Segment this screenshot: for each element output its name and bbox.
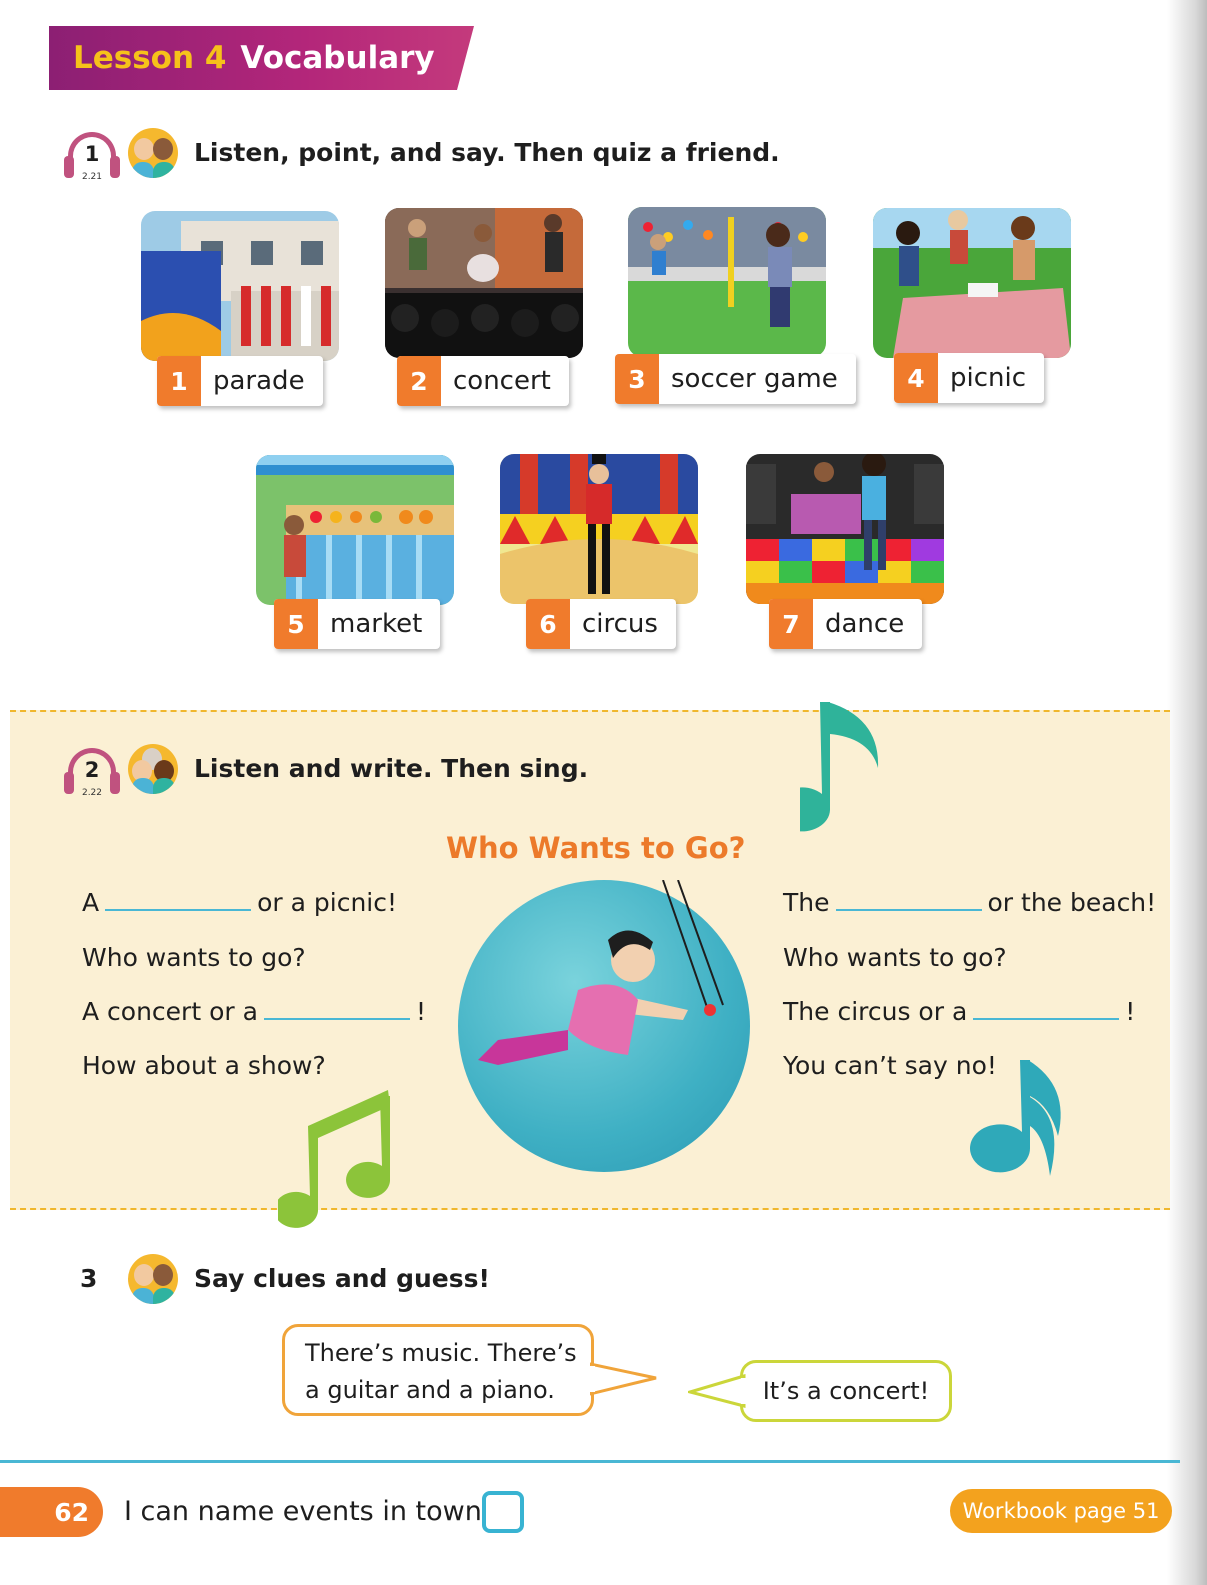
lesson-title: Vocabulary (240, 40, 435, 76)
activity1-instruction: Listen, point, and say. Then quiz a frie… (194, 138, 780, 167)
lyric-line: How about a show? (82, 1051, 326, 1080)
pair-work-icon (128, 1254, 178, 1304)
audio-headphones-icon[interactable]: 2 2.22 (64, 748, 120, 800)
lyric-line: Who wants to go? (783, 943, 1007, 972)
activity2-instruction: Listen and write. Then sing. (194, 754, 589, 783)
speech-bubble-tail (590, 1362, 657, 1396)
blank-field[interactable] (105, 893, 252, 911)
lyric-line: Aor a picnic! (82, 888, 398, 917)
vocab-label: 4 picnic (894, 353, 1045, 403)
music-note-icon (800, 702, 879, 832)
pair-work-icon (128, 128, 178, 178)
audio-track-number: 2.22 (81, 788, 103, 798)
lesson-banner: Lesson 4 Vocabulary (49, 26, 474, 90)
dance-image (746, 454, 944, 604)
vocab-label: 1 parade (157, 356, 323, 406)
blank-field[interactable] (973, 1002, 1120, 1020)
trapeze-girl-illustration (458, 879, 750, 1172)
parade-image (141, 211, 339, 361)
workbook-reference: Workbook page 51 (950, 1489, 1172, 1533)
lesson-number: Lesson 4 (73, 40, 227, 76)
speech-bubble-answer: It’s a concert! (740, 1360, 952, 1422)
self-check-checkbox[interactable] (482, 1491, 524, 1533)
activity3-number: 3 (80, 1264, 98, 1293)
soccer-game-image (628, 207, 826, 357)
circus-image (500, 454, 698, 604)
market-image (256, 455, 454, 605)
can-do-statement: I can name events in town. (124, 1496, 491, 1527)
lyric-line: The or the beach! (783, 888, 1157, 917)
music-note-icon (278, 1090, 390, 1228)
footer-divider (0, 1460, 1180, 1463)
page-gutter-shadow (1167, 0, 1207, 1585)
activity-number: 1 (84, 142, 100, 166)
vocab-label: 5 market (274, 599, 441, 649)
blank-field[interactable] (263, 1002, 410, 1020)
concert-image (385, 208, 583, 358)
audio-track-number: 2.21 (81, 172, 103, 182)
lyric-line: A concert or a! (82, 997, 426, 1026)
music-note-icon (970, 1060, 1031, 1173)
vocab-label: 6 circus (526, 599, 676, 649)
activity-number: 2 (84, 758, 100, 782)
page-number: 62 (0, 1487, 103, 1537)
song-title: Who Wants to Go? (446, 831, 746, 865)
blank-field[interactable] (835, 893, 982, 911)
picnic-image (873, 208, 1071, 358)
vocab-label: 3 soccer game (615, 354, 856, 404)
activity3-instruction: Say clues and guess! (194, 1264, 490, 1293)
audio-headphones-icon[interactable]: 1 2.21 (64, 132, 120, 184)
lyric-line: The circus or a! (783, 997, 1136, 1026)
speech-bubble-tail (688, 1373, 746, 1408)
class-singing-icon (128, 744, 178, 794)
vocab-label: 2 concert (397, 356, 569, 406)
lyric-line: Who wants to go? (82, 943, 306, 972)
vocab-label: 7 dance (769, 599, 923, 649)
speech-bubble-clue: There’s music. There’s a guitar and a pi… (282, 1324, 594, 1416)
